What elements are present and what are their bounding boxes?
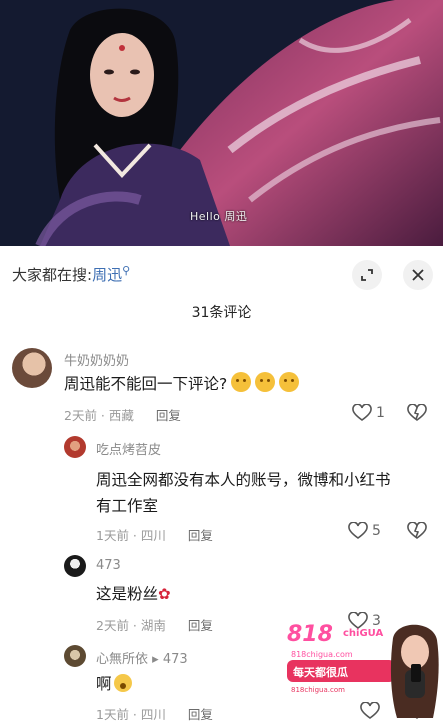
like-count: 1 [376, 405, 385, 421]
emoji-icon [279, 372, 300, 392]
dislike-icon[interactable] [407, 404, 427, 422]
comment-username-text[interactable]: 心無所依 [96, 652, 148, 667]
comment-count: 31条评论 [191, 305, 252, 321]
ad-banner: 每天都很瓜 [287, 660, 395, 682]
search-icon: ⚲ [122, 264, 131, 277]
reply-arrow-icon: ▸ [152, 652, 163, 667]
comment-location: 湖南 [140, 618, 166, 633]
comment-text-content: 啊 [96, 675, 112, 693]
ad-girl-image [390, 624, 439, 718]
expand-button[interactable] [352, 260, 382, 290]
comment-location: 四川 [140, 707, 166, 722]
heart-icon [352, 404, 372, 421]
ad-brand-tag: chiGUA [343, 628, 384, 639]
reply-button[interactable]: 回复 [188, 707, 213, 722]
emoji-icon [231, 372, 252, 392]
search-suggestion[interactable]: 大家都在搜:周迅⚲ [12, 264, 130, 285]
comment-text-line: 有工作室 [96, 497, 159, 515]
emoji-icon [255, 372, 276, 392]
video-player[interactable]: Hello 周迅 [0, 0, 443, 246]
comment-meta: 2天前 · 湖南 回复 [96, 618, 213, 633]
comment-text: 周迅全网都没有本人的账号，微博和小红书 有工作室 [96, 467, 426, 519]
comment-time: 2天前 [96, 618, 129, 633]
comment-username[interactable]: 吃点烤苕皮 [96, 439, 161, 458]
comment-meta: 2天前 · 西藏 回复 [64, 408, 181, 423]
like-button[interactable]: 1 [352, 404, 385, 422]
avatar[interactable] [12, 348, 52, 388]
comment-time: 1天前 [96, 528, 129, 543]
avatar[interactable] [64, 555, 86, 577]
comment-location: 西藏 [108, 408, 134, 423]
ad-site: 818chigua.com [291, 650, 353, 659]
comment-meta: 1天前 · 四川 回复 [96, 707, 213, 722]
comment-username: 心無所依 ▸ 473 [96, 648, 188, 667]
like-button[interactable]: 5 [348, 522, 381, 540]
search-keyword[interactable]: 周迅 [92, 266, 122, 284]
expand-icon [361, 269, 373, 281]
avatar[interactable] [64, 645, 86, 667]
avatar[interactable] [64, 436, 86, 458]
comment-username[interactable]: 牛奶奶奶奶 [64, 350, 129, 369]
dislike-icon[interactable] [407, 522, 427, 540]
like-count: 5 [372, 523, 381, 539]
comment-text: 这是粉丝✿ [96, 581, 171, 607]
comment-time: 1天前 [96, 707, 129, 722]
comment-text: 周迅能不能回一下评论? [64, 371, 300, 397]
close-icon [412, 269, 424, 281]
ad-brand: 818 [287, 622, 333, 647]
comment-text-content: 这是粉丝 [96, 585, 159, 603]
heart-icon [348, 522, 368, 539]
comment-text-line: 周迅全网都没有本人的账号，微博和小红书 [96, 471, 391, 489]
search-prefix: 大家都在搜: [12, 266, 93, 284]
ad-badge[interactable]: 818 chiGUA 818chigua.com 每天都很瓜 818chigua… [283, 618, 443, 718]
comment-location: 四川 [140, 528, 166, 543]
reply-button[interactable]: 回复 [188, 528, 213, 543]
rose-icon: ✿ [158, 585, 171, 603]
reply-button[interactable]: 回复 [188, 618, 213, 633]
comment-text: 啊 [96, 671, 132, 697]
reply-target-username[interactable]: 473 [163, 652, 188, 667]
comment-time: 2天前 [64, 408, 97, 423]
comment-text-content: 周迅能不能回一下评论? [64, 375, 228, 393]
video-watermark: Hello 周迅 [190, 210, 248, 223]
close-button[interactable] [403, 260, 433, 290]
ad-fine-print: 818chigua.com [291, 686, 345, 694]
comment-username[interactable]: 473 [96, 558, 121, 573]
shocked-emoji-icon [113, 674, 132, 692]
reply-button[interactable]: 回复 [156, 408, 181, 423]
comment-meta: 1天前 · 四川 回复 [96, 528, 213, 543]
